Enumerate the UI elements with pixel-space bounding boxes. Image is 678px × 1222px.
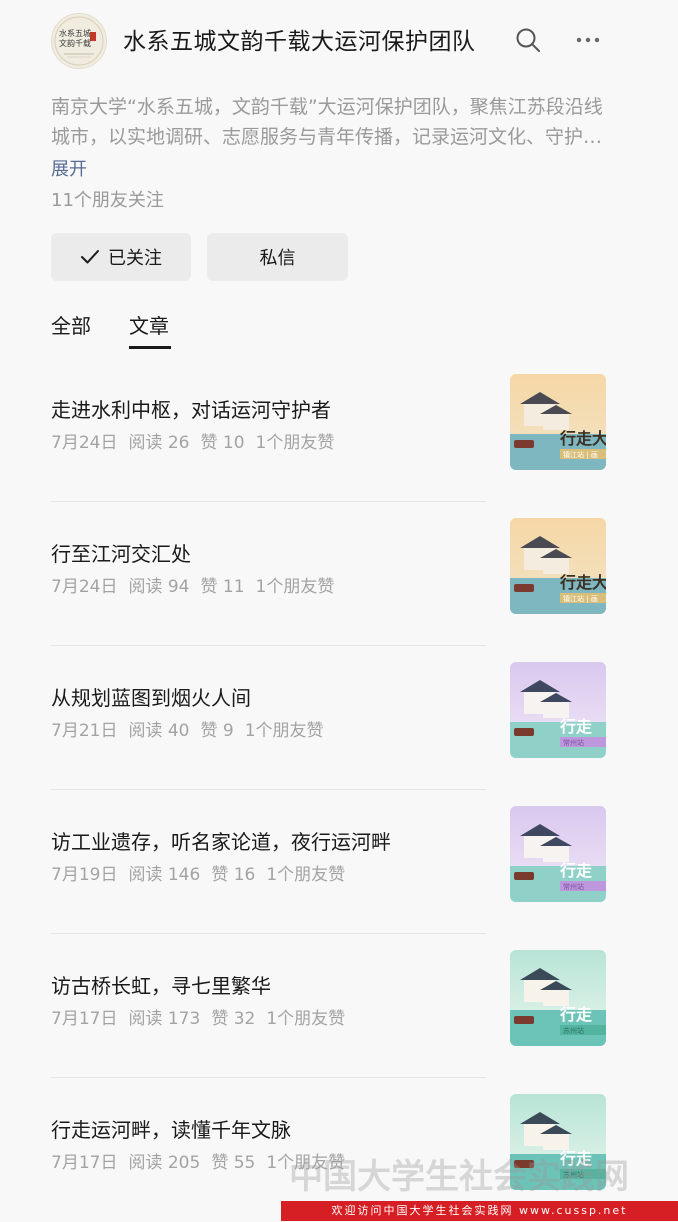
svg-text:常州站: 常州站 — [563, 738, 584, 747]
article-title: 访工业遗存，听名家论道，夜行运河畔 — [51, 830, 391, 854]
article-reads: 阅读 40 — [128, 721, 190, 741]
svg-text:行走大: 行走大 — [559, 573, 606, 592]
svg-text:行走: 行走 — [559, 717, 592, 736]
article-reads: 阅读 205 — [128, 1153, 201, 1173]
article-friend-likes: 1个朋友赞 — [266, 1009, 346, 1029]
article-meta: 7月19日 阅读 146 赞 16 1个朋友赞 — [51, 860, 356, 885]
article-meta: 7月17日 阅读 173 赞 32 1个朋友赞 — [51, 1004, 356, 1029]
account-description: 南京大学“水系五城，文韵千载”大运河保护团队，聚焦江苏段沿线城市，以实地调研、志… — [51, 96, 603, 148]
avatar-image: 水系五城 文韵千载 — [52, 14, 106, 68]
article-date: 7月19日 — [51, 865, 118, 885]
svg-text:行走: 行走 — [559, 1005, 592, 1024]
svg-text:水系五城: 水系五城 — [59, 28, 91, 38]
article-thumbnail: 行走 常州站 — [510, 806, 606, 902]
article-item[interactable]: 走进水利中枢，对话运河守护者 7月24日 阅读 26 赞 10 1个朋友赞 行走大 镇… — [0, 358, 678, 502]
svg-text:镇江站 | 画: 镇江站 | 画 — [563, 594, 598, 603]
article-date: 7月21日 — [51, 721, 118, 741]
tab-all[interactable]: 全部 — [51, 310, 91, 339]
article-friend-likes: 1个朋友赞 — [244, 721, 324, 741]
article-title: 访古桥长虹，寻七里繁华 — [51, 974, 271, 998]
article-meta: 7月21日 阅读 40 赞 9 1个朋友赞 — [51, 716, 335, 741]
article-likes: 赞 11 — [200, 577, 245, 597]
check-icon — [81, 250, 99, 264]
follow-button[interactable]: 已关注 — [51, 233, 191, 281]
article-date: 7月24日 — [51, 433, 118, 453]
article-thumbnail: 行走 常州站 — [510, 662, 606, 758]
article-friend-likes: 1个朋友赞 — [255, 433, 335, 453]
article-likes: 赞 10 — [200, 433, 245, 453]
article-likes: 赞 9 — [200, 721, 234, 741]
article-reads: 阅读 94 — [128, 577, 190, 597]
article-item[interactable]: 行至江河交汇处 7月24日 阅读 94 赞 11 1个朋友赞 行走大 镇江站 | 画 — [0, 502, 678, 646]
follow-button-label: 已关注 — [108, 248, 162, 269]
more-icon[interactable] — [575, 30, 601, 50]
account-header: 水系五城 文韵千载 水系五城文韵千载大运河保护团队 — [0, 0, 678, 84]
svg-text:行走: 行走 — [559, 861, 592, 880]
article-title: 行至江河交汇处 — [51, 542, 191, 566]
svg-text:苏州站: 苏州站 — [563, 1026, 584, 1035]
article-likes: 赞 55 — [211, 1153, 256, 1173]
watermark-banner: 欢迎访问中国大学生社会实践网 www.cussp.net — [281, 1201, 678, 1221]
article-friend-likes: 1个朋友赞 — [255, 577, 335, 597]
article-item[interactable]: 访古桥长虹，寻七里繁华 7月17日 阅读 173 赞 32 1个朋友赞 行走 苏州站 — [0, 934, 678, 1078]
message-button-label: 私信 — [259, 248, 296, 269]
friends-following: 11个朋友关注 — [51, 190, 164, 211]
account-title: 水系五城文韵千载大运河保护团队 — [123, 29, 476, 55]
expand-link[interactable]: 展开 — [51, 155, 87, 181]
message-button[interactable]: 私信 — [207, 233, 348, 281]
article-title: 从规划蓝图到烟火人间 — [51, 686, 251, 710]
watermark-logo: 中国大学生社会实践网 — [289, 1157, 629, 1197]
article-thumbnail: 行走大 镇江站 | 画 — [510, 518, 606, 614]
search-icon[interactable] — [515, 27, 541, 53]
svg-text:常州站: 常州站 — [563, 882, 584, 891]
article-meta: 7月24日 阅读 26 赞 10 1个朋友赞 — [51, 428, 345, 453]
article-friend-likes: 1个朋友赞 — [266, 865, 346, 885]
article-thumbnail: 行走大 镇江站 | 画 — [510, 374, 606, 470]
tab-articles[interactable]: 文章 — [129, 310, 169, 339]
article-reads: 阅读 173 — [128, 1009, 201, 1029]
article-meta: 7月24日 阅读 94 赞 11 1个朋友赞 — [51, 572, 345, 597]
article-title: 行走运河畔，读懂千年文脉 — [51, 1118, 291, 1142]
avatar[interactable]: 水系五城 文韵千载 — [51, 13, 107, 69]
article-likes: 赞 16 — [211, 865, 256, 885]
article-reads: 阅读 26 — [128, 433, 190, 453]
article-thumbnail: 行走 苏州站 — [510, 950, 606, 1046]
svg-text:镇江站 | 画: 镇江站 | 画 — [563, 450, 598, 459]
article-date: 7月17日 — [51, 1009, 118, 1029]
active-tab-indicator — [129, 346, 171, 349]
article-item[interactable]: 从规划蓝图到烟火人间 7月21日 阅读 40 赞 9 1个朋友赞 行走 常州站 — [0, 646, 678, 790]
article-date: 7月24日 — [51, 577, 118, 597]
article-reads: 阅读 146 — [128, 865, 201, 885]
article-likes: 赞 32 — [211, 1009, 256, 1029]
svg-text:文韵千载: 文韵千载 — [59, 38, 91, 48]
svg-text:行走大: 行走大 — [559, 429, 606, 448]
article-item[interactable]: 访工业遗存，听名家论道，夜行运河畔 7月19日 阅读 146 赞 16 1个朋友赞 行… — [0, 790, 678, 934]
svg-text:中国大学生社会实践网: 中国大学生社会实践网 — [289, 1157, 629, 1197]
article-title: 走进水利中枢，对话运河守护者 — [51, 398, 331, 422]
article-date: 7月17日 — [51, 1153, 118, 1173]
